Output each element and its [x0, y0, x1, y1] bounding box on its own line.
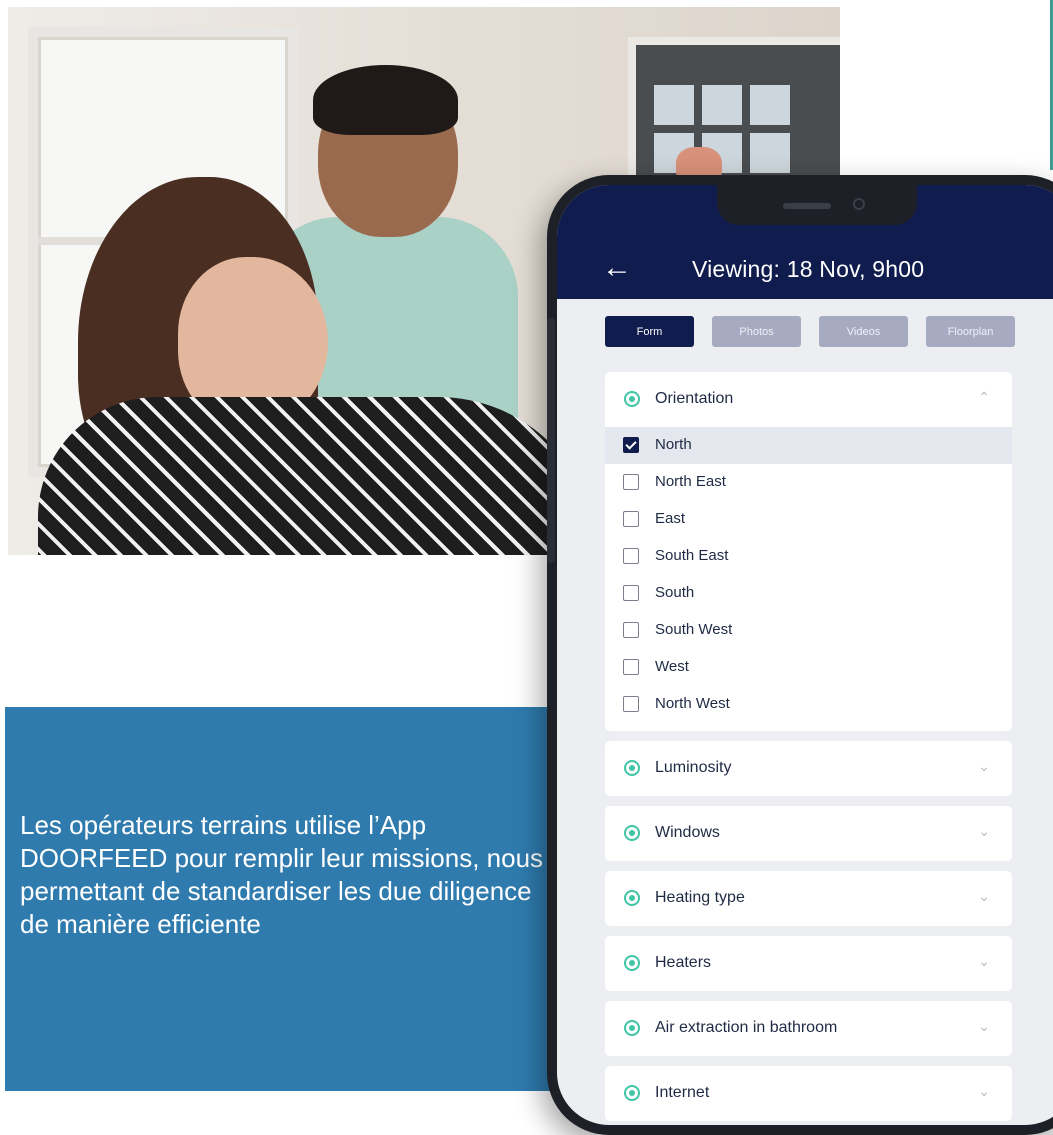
status-radio-icon: [624, 391, 640, 407]
checkbox-icon[interactable]: [623, 659, 639, 675]
section-header-luminosity[interactable]: Luminosity ⌄: [605, 741, 1012, 796]
section-header-windows[interactable]: Windows ⌄: [605, 806, 1012, 861]
orientation-options: North North East East South East South S…: [605, 427, 1012, 731]
section-label: Air extraction in bathroom: [655, 1019, 838, 1036]
option-east[interactable]: East: [605, 501, 1012, 538]
option-label: East: [655, 510, 686, 527]
section-header-heating-type[interactable]: Heating type ⌄: [605, 871, 1012, 926]
status-radio-icon: [624, 1020, 640, 1036]
section-header-internet[interactable]: Internet ⌄: [605, 1066, 1012, 1121]
chevron-down-icon[interactable]: ⌄: [978, 953, 990, 970]
section-heating-type: Heating type ⌄: [605, 871, 1012, 926]
section-windows: Windows ⌄: [605, 806, 1012, 861]
page-title: Viewing: 18 Nov, 9h00: [692, 256, 925, 282]
chevron-down-icon[interactable]: ⌄: [978, 823, 990, 840]
option-label: South East: [655, 547, 729, 564]
phone-mockup: ← Viewing: 18 Nov, 9h00 Form Photos Vide…: [547, 175, 1053, 1135]
section-label: Luminosity: [655, 759, 732, 776]
section-internet: Internet ⌄: [605, 1066, 1012, 1121]
section-header-orientation[interactable]: Orientation ⌃: [605, 372, 1012, 427]
tab-form[interactable]: Form: [605, 316, 694, 347]
chevron-down-icon[interactable]: ⌄: [978, 888, 990, 905]
section-orientation: Orientation ⌃ North North East East Sout…: [605, 372, 1012, 731]
phone-screen: ← Viewing: 18 Nov, 9h00 Form Photos Vide…: [557, 185, 1053, 1125]
tab-floorplan[interactable]: Floorplan: [926, 316, 1015, 347]
status-radio-icon: [624, 890, 640, 906]
status-radio-icon: [624, 825, 640, 841]
section-air-extraction: Air extraction in bathroom ⌄: [605, 1001, 1012, 1056]
option-north[interactable]: North: [605, 427, 1012, 464]
chevron-down-icon[interactable]: ⌄: [978, 758, 990, 775]
option-label: South: [655, 584, 695, 601]
section-label: Internet: [655, 1084, 710, 1101]
section-label: Windows: [655, 824, 720, 841]
option-south[interactable]: South: [605, 575, 1012, 612]
description-text: Les opérateurs terrains utilise l’App DO…: [20, 810, 544, 939]
section-label: Heaters: [655, 954, 712, 971]
checkbox-icon[interactable]: [623, 548, 639, 564]
phone-side-button: [547, 318, 555, 563]
option-label: North East: [655, 473, 726, 490]
option-label: South West: [655, 621, 733, 638]
speaker: [783, 203, 831, 209]
option-south-west[interactable]: South West: [605, 612, 1012, 649]
tab-bar: Form Photos Videos Floorplan: [605, 316, 1015, 347]
option-west[interactable]: West: [605, 649, 1012, 686]
section-luminosity: Luminosity ⌄: [605, 741, 1012, 796]
option-south-east[interactable]: South East: [605, 538, 1012, 575]
back-arrow-icon[interactable]: ←: [602, 253, 632, 283]
section-label: Orientation: [655, 390, 734, 407]
checkbox-icon[interactable]: [623, 511, 639, 527]
status-radio-icon: [624, 955, 640, 971]
chevron-down-icon[interactable]: ⌄: [978, 1018, 990, 1035]
checkbox-icon[interactable]: [623, 696, 639, 712]
status-radio-icon: [624, 1085, 640, 1101]
camera-icon: [853, 198, 865, 210]
option-label: North West: [655, 695, 730, 712]
option-north-west[interactable]: North West: [605, 686, 1012, 723]
phone-notch: [717, 185, 917, 225]
section-header-air-extraction[interactable]: Air extraction in bathroom ⌄: [605, 1001, 1012, 1056]
section-header-heaters[interactable]: Heaters ⌄: [605, 936, 1012, 991]
chevron-up-icon[interactable]: ⌃: [978, 389, 990, 406]
checkbox-icon[interactable]: [623, 585, 639, 601]
checkbox-checked-icon[interactable]: [623, 437, 639, 453]
tab-photos[interactable]: Photos: [712, 316, 801, 347]
chevron-down-icon[interactable]: ⌄: [978, 1083, 990, 1100]
option-label: North: [655, 436, 692, 453]
status-radio-icon: [624, 760, 640, 776]
form-sections: Orientation ⌃ North North East East Sout…: [605, 372, 1012, 1125]
checkbox-icon[interactable]: [623, 474, 639, 490]
section-label: Heating type: [655, 889, 745, 906]
checkbox-icon[interactable]: [623, 622, 639, 638]
option-north-east[interactable]: North East: [605, 464, 1012, 501]
section-heaters: Heaters ⌄: [605, 936, 1012, 991]
description-panel: Les opérateurs terrains utilise l’App DO…: [5, 707, 570, 1091]
photo-man-hair: [313, 65, 458, 135]
app-bar: ← Viewing: 18 Nov, 9h00: [557, 185, 1053, 299]
tab-videos[interactable]: Videos: [819, 316, 908, 347]
option-label: West: [655, 658, 689, 675]
photo-woman-body: [38, 397, 598, 555]
